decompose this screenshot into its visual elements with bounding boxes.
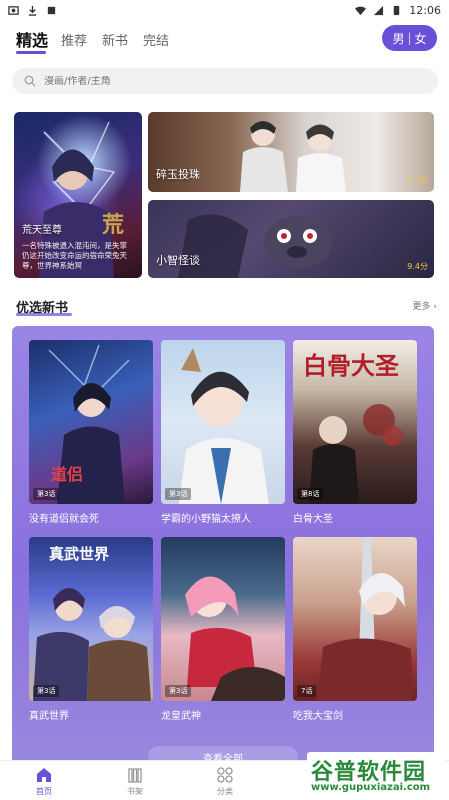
banner-bottom-right-card[interactable]: 小智怪谈 9.4分 — [148, 200, 434, 278]
notification-square-icon — [47, 6, 56, 14]
svg-text:真武世界: 真武世界 — [49, 545, 109, 563]
watermark-url: www.gupuxiazai.com — [311, 782, 431, 793]
nav-bookshelf[interactable]: 书架 — [115, 766, 155, 797]
section-more-link[interactable]: 更多 › — [413, 299, 437, 312]
nav-home[interactable]: 首页 — [24, 766, 64, 797]
nav-category[interactable]: 分类 — [205, 766, 245, 797]
status-bar: 12:06 — [0, 0, 449, 20]
category-icon — [217, 767, 233, 783]
book-card[interactable]: 7话 吃我大宝剑 — [293, 537, 417, 722]
search-bar[interactable] — [12, 68, 438, 94]
nav-home-label: 首页 — [36, 787, 52, 796]
tab-completed[interactable]: 完结 — [143, 30, 169, 49]
gender-toggle[interactable]: 男 | 女 — [382, 25, 437, 51]
book-cover-art — [179, 348, 269, 504]
banner-top-right-card[interactable]: 碎玉投珠 9.3分 — [148, 112, 434, 192]
new-books-panel: 道侣 第3话 没有道侣就会死 第3话 学霸的小野猫太撩人 白骨大圣 第8话 白骨… — [12, 326, 434, 766]
book-chapter-badge: 第3话 — [33, 488, 60, 500]
banner-main-description: 一名特殊被遗入混沌间，是失掌仍这开始改变命运的宿命荣兔天尊，世界神系始冥 — [22, 241, 127, 270]
search-input[interactable] — [44, 75, 404, 87]
home-icon — [37, 768, 51, 782]
book-title: 吃我大宝剑 — [293, 711, 343, 722]
status-time: 12:06 — [409, 3, 441, 17]
gender-divider: | — [407, 31, 412, 45]
book-cover: 第3话 — [161, 537, 285, 701]
nav-bookshelf-label: 书架 — [127, 787, 143, 796]
book-card[interactable]: 白骨大圣 第8话 白骨大圣 — [293, 340, 417, 525]
book-chapter-badge: 第3话 — [165, 685, 192, 697]
wifi-icon — [355, 6, 367, 15]
svg-text:荒: 荒 — [102, 212, 124, 238]
book-chapter-badge: 7话 — [297, 685, 317, 697]
book-title: 学霸的小野猫太撩人 — [161, 514, 251, 525]
banner-bottom-right-score: 9.4分 — [407, 262, 428, 271]
book-cover: 白骨大圣 第8话 — [293, 340, 417, 504]
banner-top-right-title: 碎玉投珠 — [156, 168, 200, 181]
banner-bottom-right-title: 小智怪谈 — [156, 254, 200, 267]
book-cover-art: 真武世界 — [33, 545, 151, 701]
book-cover-art: 道侣 — [48, 344, 130, 504]
book-title: 真武世界 — [29, 711, 69, 722]
download-icon — [28, 5, 37, 16]
book-cover: 道侣 第3话 — [29, 340, 153, 504]
book-chapter-badge: 第8话 — [297, 488, 324, 500]
tab-new-books[interactable]: 新书 — [102, 30, 128, 49]
tab-recommended[interactable]: 推荐 — [61, 30, 87, 49]
gender-male[interactable]: 男 — [392, 30, 404, 47]
active-tab-indicator — [16, 51, 46, 54]
tab-featured[interactable]: 精选 — [16, 27, 48, 51]
book-title: 没有道侣就会死 — [29, 514, 99, 525]
nav-category-label: 分类 — [217, 787, 233, 796]
book-chapter-badge: 第3话 — [33, 685, 60, 697]
book-cover: 第3话 — [161, 340, 285, 504]
book-card[interactable]: 道侣 第3话 没有道侣就会死 — [29, 340, 153, 525]
watermark: 谷普软件园 www.gupuxiazai.com — [307, 752, 445, 798]
banner-main-title: 荒天至尊 — [22, 225, 62, 236]
book-card[interactable]: 第3话 学霸的小野猫太撩人 — [161, 340, 285, 525]
signal-icon — [374, 5, 384, 15]
bookshelf-icon — [128, 768, 142, 783]
book-cover-art — [185, 576, 285, 701]
book-chapter-badge: 第3话 — [165, 488, 192, 500]
book-cover-art: 白骨大圣 — [303, 351, 403, 504]
book-card[interactable]: 第3话 龙皇武神 — [161, 537, 285, 722]
book-cover: 7话 — [293, 537, 417, 701]
book-cover-art — [317, 537, 413, 701]
banner-main-card[interactable]: 荒 荒天至尊 一名特殊被遗入混沌间，是失掌仍这开始改变命运的宿命荣兔天尊，世界神… — [14, 112, 142, 278]
book-title: 白骨大圣 — [293, 514, 333, 525]
search-icon — [24, 75, 36, 87]
book-title: 龙皇武神 — [161, 711, 201, 722]
app-notification-icon — [8, 5, 19, 15]
section-title-underline — [16, 313, 72, 316]
book-card[interactable]: 真武世界 第3话 真武世界 — [29, 537, 153, 722]
gender-female[interactable]: 女 — [415, 30, 427, 47]
svg-text:白骨大圣: 白骨大圣 — [303, 351, 400, 380]
book-cover: 真武世界 第3话 — [29, 537, 153, 701]
banner-top-right-score: 9.3分 — [407, 176, 428, 185]
battery-icon — [394, 5, 400, 15]
svg-text:道侣: 道侣 — [51, 465, 83, 484]
